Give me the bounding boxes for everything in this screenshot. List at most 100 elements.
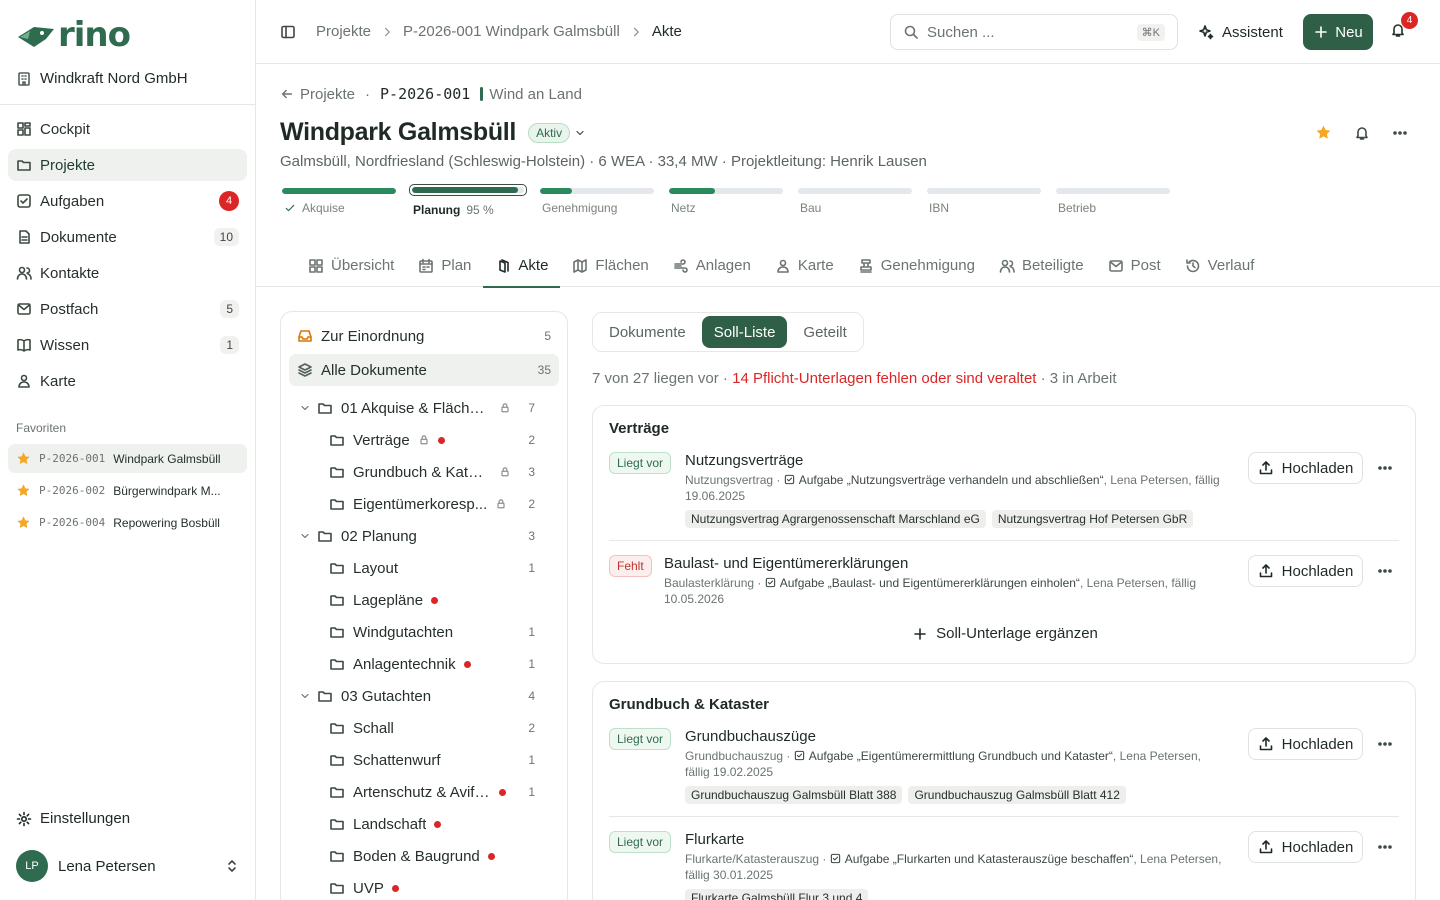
tab-anlagen[interactable]: Anlagen: [661, 244, 763, 287]
folder-icon: [330, 627, 344, 638]
notifications-button[interactable]: 4: [1390, 12, 1418, 38]
tab-akte[interactable]: Akte: [483, 244, 561, 288]
linked-task[interactable]: Aufgabe „Flurkarten und Katasterauszüge …: [830, 852, 1133, 866]
bell-icon[interactable]: [1354, 125, 1370, 141]
more-icon[interactable]: [1392, 125, 1408, 141]
linked-task[interactable]: Aufgabe „Baulast- und Eigentümererklärun…: [765, 576, 1080, 590]
more-button[interactable]: [1377, 736, 1393, 752]
requirement-name[interactable]: Nutzungsverträge: [685, 452, 803, 469]
phase-bau[interactable]: Bau: [796, 187, 914, 217]
favorite-item[interactable]: P-2026-001 Windpark Galmsbüll: [8, 444, 247, 473]
plus-icon: [1315, 26, 1328, 38]
tab-plan[interactable]: Plan: [406, 244, 483, 287]
requirement-name[interactable]: Flurkarte: [685, 831, 744, 848]
favorite-item[interactable]: P-2026-002 Bürgerwindpark M...: [8, 476, 247, 505]
brand-logo[interactable]: rino: [16, 16, 131, 54]
tab-flächen[interactable]: Flächen: [560, 244, 660, 287]
tab-genehmigung[interactable]: Genehmigung: [846, 244, 987, 287]
status-dropdown[interactable]: Aktiv: [528, 122, 586, 143]
requirements-card: Grundbuch & Kataster Liegt vor Grundbuchau…: [592, 681, 1416, 900]
nav-item-dokumente[interactable]: Dokumente 10: [8, 221, 247, 253]
tree-count: 3: [528, 465, 535, 479]
back-link[interactable]: Projekte: [280, 86, 355, 103]
tree-count: 2: [528, 497, 535, 511]
document-chip[interactable]: Flurkarte Galmsbüll Flur 3 und 4: [685, 889, 869, 900]
more-icon: [1378, 569, 1392, 573]
tree-node[interactable]: Artenschutz & Avifa... 1: [281, 776, 567, 808]
nav-item-projekte[interactable]: Projekte: [8, 149, 247, 181]
breadcrumb-item[interactable]: Projekte: [316, 23, 371, 40]
upload-button[interactable]: Hochladen: [1248, 728, 1363, 760]
tree-node[interactable]: Landschaft: [281, 808, 567, 840]
requirement-name[interactable]: Baulast- und Eigentümererklärungen: [664, 555, 908, 572]
tree-node-label: Windgutachten: [353, 623, 454, 641]
linked-task[interactable]: Aufgabe „Eigentümerermittlung Grundbuch …: [794, 749, 1113, 763]
tree-node[interactable]: Eigentümerkoresp... 2: [281, 488, 567, 520]
more-button[interactable]: [1377, 563, 1393, 579]
document-chip[interactable]: Grundbuchauszug Galmsbüll Blatt 412: [908, 786, 1126, 804]
tree-node[interactable]: UVP: [281, 872, 567, 900]
more-button[interactable]: [1377, 460, 1393, 476]
upload-button[interactable]: Hochladen: [1248, 831, 1363, 863]
tree-inbox[interactable]: Zur Einordnung 5: [289, 320, 559, 352]
nav-item-wissen[interactable]: Wissen 1: [8, 329, 247, 361]
tree-node[interactable]: 01 Akquise & Flächen... 7: [281, 392, 567, 424]
favorite-star-icon[interactable]: [1315, 124, 1332, 141]
breadcrumb-item[interactable]: P-2026-001 Windpark Galmsbüll: [403, 23, 620, 40]
tree-node[interactable]: 02 Planung 3: [281, 520, 567, 552]
nav-item-cockpit[interactable]: Cockpit: [8, 113, 247, 145]
tree-node[interactable]: Boden & Baugrund: [281, 840, 567, 872]
nav-item-aufgaben[interactable]: Aufgaben 4: [8, 185, 247, 217]
phase-betrieb[interactable]: Betrieb: [1054, 187, 1172, 217]
phase-genehmigung[interactable]: Genehmigung: [538, 187, 656, 217]
segment-soll-liste[interactable]: Soll-Liste: [701, 316, 788, 348]
folder-icon: [17, 160, 31, 171]
tree-node-label: Boden & Baugrund: [353, 847, 480, 865]
sidebar-divider: [0, 104, 255, 105]
document-chip[interactable]: Nutzungsvertrag Agrargenossenschaft Mars…: [685, 510, 986, 528]
sidebar-toggle-icon[interactable]: [280, 24, 296, 40]
tab-post[interactable]: Post: [1096, 244, 1173, 287]
org-switcher[interactable]: Windkraft Nord GmbH: [16, 70, 188, 87]
document-chip[interactable]: Nutzungsvertrag Hof Petersen GbR: [991, 510, 1194, 528]
tree-node[interactable]: Lagepläne: [281, 584, 567, 616]
search-input[interactable]: Suchen ... ⌘K: [890, 14, 1178, 50]
upload-button[interactable]: Hochladen: [1248, 452, 1363, 484]
nav-item-postfach[interactable]: Postfach 5: [8, 293, 247, 325]
phase-planung[interactable]: Planung 95 %: [409, 184, 527, 217]
favorite-item[interactable]: P-2026-004 Repowering Bosbüll: [8, 508, 247, 537]
segment-geteilt[interactable]: Geteilt: [791, 316, 858, 348]
tree-node[interactable]: 03 Gutachten 4: [281, 680, 567, 712]
segment-dokumente[interactable]: Dokumente: [597, 316, 698, 348]
phase-akquise[interactable]: Akquise: [280, 187, 398, 217]
linked-task[interactable]: Aufgabe „Nutzungsverträge verhandeln und…: [784, 473, 1104, 487]
nav-item-karte[interactable]: Karte: [8, 365, 247, 397]
tab-übersicht[interactable]: Übersicht: [296, 244, 406, 287]
tree-node[interactable]: Grundbuch & Katas... 3: [281, 456, 567, 488]
phase-ibn[interactable]: IBN: [925, 187, 1043, 217]
add-requirement-button[interactable]: Soll-Unterlage ergänzen: [593, 625, 1417, 642]
document-type: Flurkarte/Katasterauszug: [685, 852, 820, 866]
tab-karte[interactable]: Karte: [763, 244, 846, 287]
upload-button[interactable]: Hochladen: [1248, 555, 1363, 587]
requirement-name[interactable]: Grundbuchauszüge: [685, 728, 816, 745]
tree-node[interactable]: Schattenwurf 1: [281, 744, 567, 776]
settings-link[interactable]: Einstellungen: [16, 810, 130, 827]
tab-verlauf[interactable]: Verlauf: [1173, 244, 1267, 287]
tree-node[interactable]: Verträge 2: [281, 424, 567, 456]
tree-node[interactable]: Windgutachten 1: [281, 616, 567, 648]
document-chip[interactable]: Grundbuchauszug Galmsbüll Blatt 388: [685, 786, 903, 804]
phase-netz[interactable]: Netz: [667, 187, 785, 217]
nav-item-kontakte[interactable]: Kontakte: [8, 257, 247, 289]
more-button[interactable]: [1377, 839, 1393, 855]
assistant-button[interactable]: Assistent: [1198, 14, 1283, 50]
tree-all-documents[interactable]: Alle Dokumente 35: [289, 354, 559, 386]
user-menu[interactable]: LP Lena Petersen: [16, 850, 240, 882]
summary-missing: 14 Pflicht-Unterlagen fehlen oder sind v…: [732, 370, 1037, 387]
tree-node[interactable]: Anlagentechnik 1: [281, 648, 567, 680]
separator-dot: ·: [365, 85, 371, 103]
new-button[interactable]: Neu: [1303, 14, 1373, 50]
tree-node[interactable]: Schall 2: [281, 712, 567, 744]
tree-node[interactable]: Layout 1: [281, 552, 567, 584]
tab-beteiligte[interactable]: Beteiligte: [987, 244, 1096, 287]
